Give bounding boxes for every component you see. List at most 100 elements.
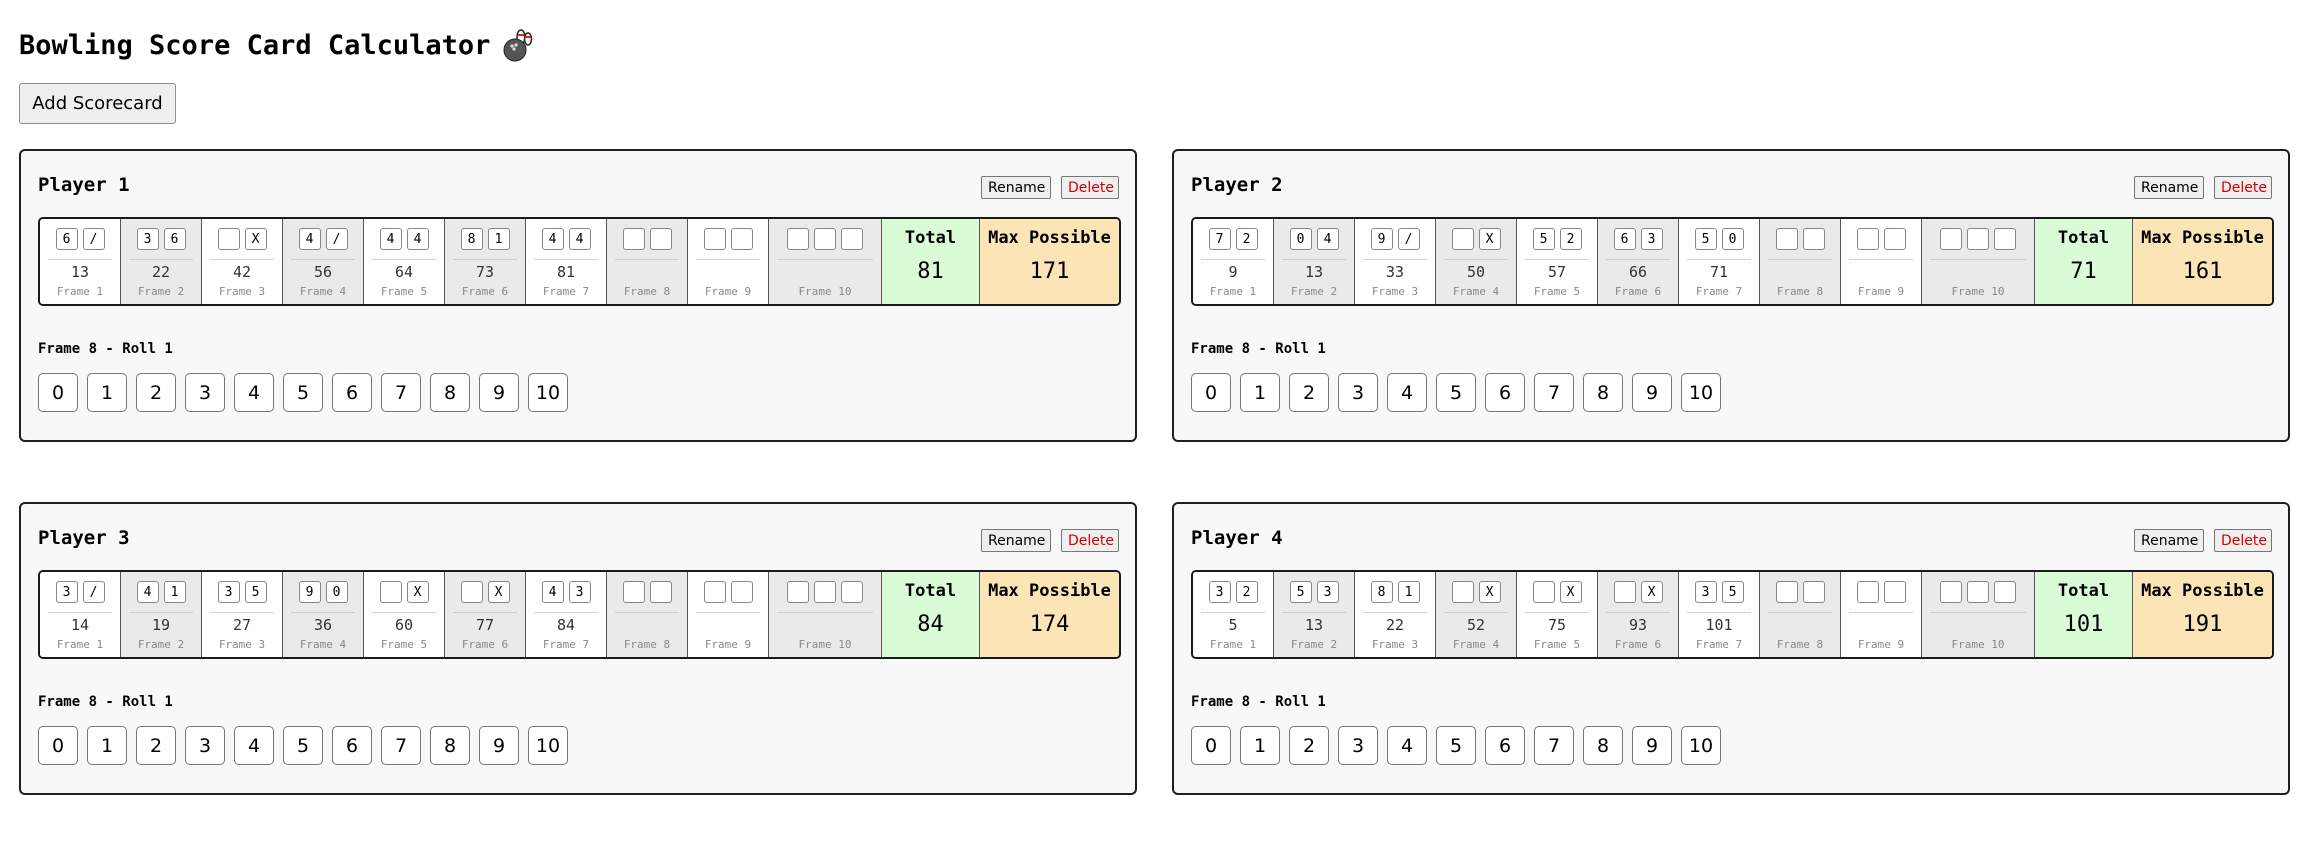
roll-box xyxy=(1802,228,1825,250)
delete-button[interactable]: Delete xyxy=(1061,176,1119,199)
pin-button-2[interactable]: 2 xyxy=(1289,373,1329,412)
pin-button-9[interactable]: 9 xyxy=(1632,726,1672,765)
delete-button[interactable]: Delete xyxy=(1061,529,1119,552)
pin-button-5[interactable]: 5 xyxy=(283,726,323,765)
roll-box xyxy=(1883,228,1906,250)
frame-score xyxy=(1760,616,1840,634)
pin-button-9[interactable]: 9 xyxy=(1632,373,1672,412)
pin-button-0[interactable]: 0 xyxy=(1191,373,1231,412)
roll-box xyxy=(1532,581,1555,603)
roll-prompt: Frame 8 - Roll 1 xyxy=(1191,341,1326,357)
total-cell: Total 81 xyxy=(882,219,980,304)
pin-button-3[interactable]: 3 xyxy=(1338,373,1378,412)
pin-button-4[interactable]: 4 xyxy=(1387,726,1427,765)
pin-button-10[interactable]: 10 xyxy=(528,726,568,765)
rename-button[interactable]: Rename xyxy=(2134,529,2204,552)
pin-button-7[interactable]: 7 xyxy=(1534,726,1574,765)
add-scorecard-button[interactable]: Add Scorecard xyxy=(19,83,176,124)
frame-divider xyxy=(1201,612,1265,613)
frame-4: 9 0 36 Frame 4 xyxy=(283,572,364,657)
pin-button-0[interactable]: 0 xyxy=(38,373,78,412)
roll-box xyxy=(1940,581,1962,603)
pin-button-10[interactable]: 10 xyxy=(1681,373,1721,412)
pin-button-9[interactable]: 9 xyxy=(479,373,519,412)
roll-box: 8 xyxy=(1370,581,1393,603)
pin-button-7[interactable]: 7 xyxy=(1534,373,1574,412)
roll-box xyxy=(730,581,753,603)
frame-divider xyxy=(1606,259,1670,260)
pin-button-6[interactable]: 6 xyxy=(332,726,372,765)
pin-button-2[interactable]: 2 xyxy=(1289,726,1329,765)
pin-button-10[interactable]: 10 xyxy=(1681,726,1721,765)
frame-rolls xyxy=(688,228,768,250)
pin-button-8[interactable]: 8 xyxy=(1583,726,1623,765)
pin-button-8[interactable]: 8 xyxy=(1583,373,1623,412)
pin-button-0[interactable]: 0 xyxy=(1191,726,1231,765)
pin-button-8[interactable]: 8 xyxy=(430,726,470,765)
pin-button-1[interactable]: 1 xyxy=(1240,373,1280,412)
frame-rolls xyxy=(607,581,687,603)
scorecard-actions: Rename Delete xyxy=(981,529,1119,552)
max-possible-label: Max Possible xyxy=(2141,228,2264,248)
frame-score: 42 xyxy=(232,263,252,281)
frame-score: 75 xyxy=(1547,616,1567,634)
roll-box xyxy=(460,581,483,603)
pin-button-6[interactable]: 6 xyxy=(1485,726,1525,765)
pin-button-0[interactable]: 0 xyxy=(38,726,78,765)
roll-box xyxy=(622,228,645,250)
roll-box xyxy=(1940,228,1962,250)
frame-divider xyxy=(777,612,873,613)
pin-button-7[interactable]: 7 xyxy=(381,726,421,765)
frame-score: 22 xyxy=(151,263,171,281)
total-value: 81 xyxy=(917,259,944,284)
max-possible-cell: Max Possible 161 xyxy=(2133,219,2272,304)
delete-button[interactable]: Delete xyxy=(2214,529,2272,552)
pin-button-6[interactable]: 6 xyxy=(1485,373,1525,412)
frame-6: 6 3 66 Frame 6 xyxy=(1598,219,1679,304)
max-possible-value: 171 xyxy=(1029,259,1070,284)
bowling-icon xyxy=(502,28,534,62)
pin-button-9[interactable]: 9 xyxy=(479,726,519,765)
frame-rolls: 32 xyxy=(1193,581,1273,603)
roll-prompt: Frame 8 - Roll 1 xyxy=(38,694,173,710)
frame-label: Frame 6 xyxy=(1614,638,1662,651)
frame-divider xyxy=(210,612,274,613)
roll-box: 0 xyxy=(1289,228,1312,250)
pin-button-5[interactable]: 5 xyxy=(1436,726,1476,765)
pin-button-1[interactable]: 1 xyxy=(1240,726,1280,765)
pin-button-6[interactable]: 6 xyxy=(332,373,372,412)
frame-label: Frame 1 xyxy=(1209,638,1257,651)
delete-button[interactable]: Delete xyxy=(2214,176,2272,199)
frame-rolls xyxy=(1922,228,2034,250)
pin-button-4[interactable]: 4 xyxy=(234,726,274,765)
pin-button-10[interactable]: 10 xyxy=(528,373,568,412)
pin-button-5[interactable]: 5 xyxy=(1436,373,1476,412)
roll-box xyxy=(1994,228,2016,250)
pin-button-3[interactable]: 3 xyxy=(185,726,225,765)
roll-box xyxy=(703,228,726,250)
rename-button[interactable]: Rename xyxy=(981,529,1051,552)
frame-rolls: 44 xyxy=(364,228,444,250)
frame-label: Frame 8 xyxy=(1776,285,1824,298)
frame-rolls: 04 xyxy=(1274,228,1354,250)
pin-button-2[interactable]: 2 xyxy=(136,726,176,765)
frame-rolls: 6/ xyxy=(40,228,120,250)
pin-button-4[interactable]: 4 xyxy=(234,373,274,412)
pin-button-3[interactable]: 3 xyxy=(1338,726,1378,765)
rename-button[interactable]: Rename xyxy=(981,176,1051,199)
rename-button[interactable]: Rename xyxy=(2134,176,2204,199)
frame-score: 66 xyxy=(1628,263,1648,281)
pin-button-1[interactable]: 1 xyxy=(87,726,127,765)
frame-divider xyxy=(210,259,274,260)
pin-button-1[interactable]: 1 xyxy=(87,373,127,412)
pin-button-4[interactable]: 4 xyxy=(1387,373,1427,412)
frame-label: Frame 2 xyxy=(137,638,185,651)
frame-rolls: 81 xyxy=(1355,581,1435,603)
pin-button-8[interactable]: 8 xyxy=(430,373,470,412)
pin-button-5[interactable]: 5 xyxy=(283,373,323,412)
frame-rolls xyxy=(688,581,768,603)
pin-button-2[interactable]: 2 xyxy=(136,373,176,412)
pin-button-3[interactable]: 3 xyxy=(185,373,225,412)
pin-button-7[interactable]: 7 xyxy=(381,373,421,412)
frame-score: 36 xyxy=(313,616,333,634)
